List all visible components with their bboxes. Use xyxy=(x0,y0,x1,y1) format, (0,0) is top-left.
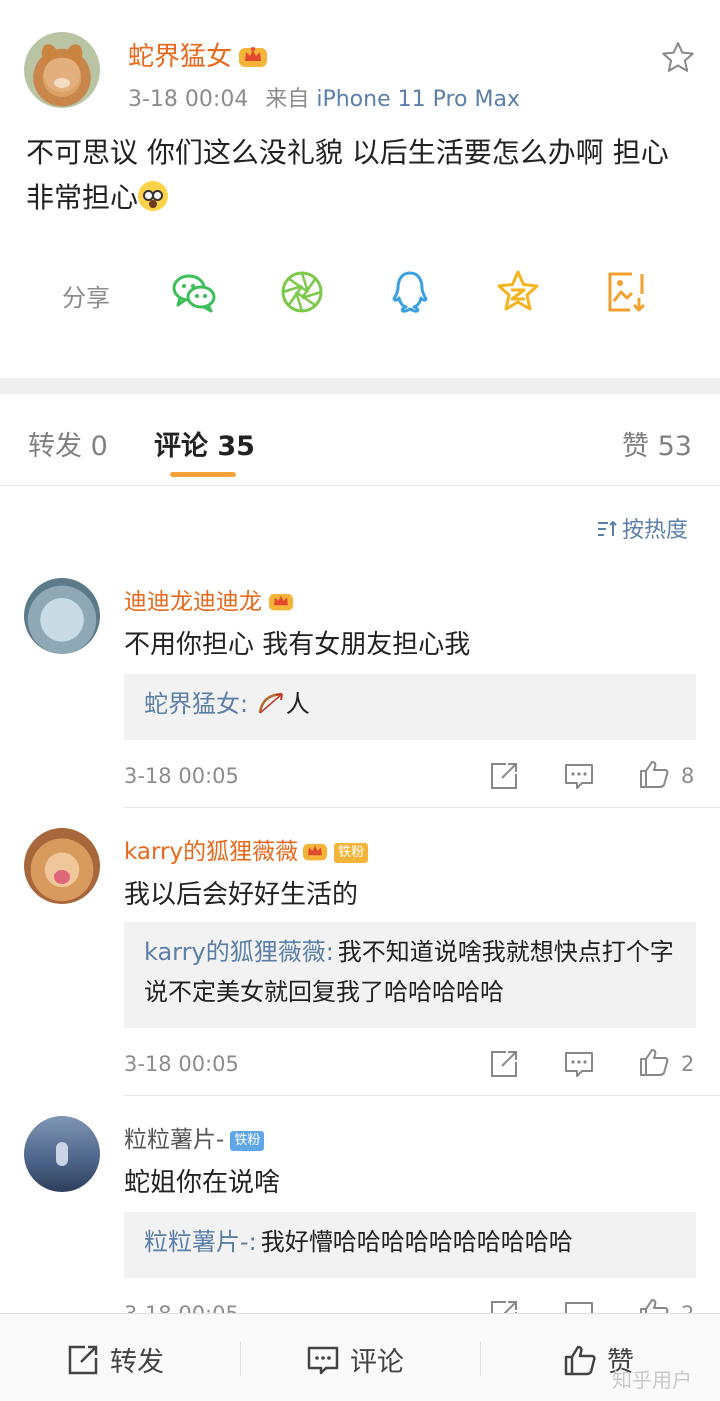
bar-separator xyxy=(240,1342,241,1376)
post-source-prefix: 来自 xyxy=(265,87,310,112)
qzone-icon[interactable] xyxy=(494,268,542,316)
repost-icon[interactable] xyxy=(488,1048,520,1080)
like-icon xyxy=(564,1345,596,1376)
post-source[interactable]: iPhone 11 Pro Max xyxy=(316,87,520,112)
cat-tongue xyxy=(54,870,70,884)
section-divider xyxy=(0,378,720,394)
interaction-tabs: 转发 0 评论 35 赞 53 xyxy=(0,394,720,486)
comment-text: 我以后会好好生活的 xyxy=(124,880,359,910)
like-icon[interactable] xyxy=(638,1046,670,1078)
post-time: 3-18 00:04 xyxy=(128,87,249,112)
figure-silhouette xyxy=(56,1142,68,1166)
post-author-label: 蛇界猛女 xyxy=(128,42,233,72)
save-image-icon[interactable] xyxy=(602,268,650,316)
vip-crown-icon xyxy=(303,843,328,861)
reply-text: 人 xyxy=(285,690,310,718)
reply-author[interactable]: 粒粒薯片-: xyxy=(144,1228,257,1256)
comment-icon[interactable] xyxy=(563,1048,595,1080)
comment-divider xyxy=(124,807,720,808)
commenter-name[interactable]: 迪迪龙迪迪龙 xyxy=(124,582,294,616)
moments-icon[interactable] xyxy=(278,268,326,316)
reply-box[interactable]: 粒粒薯片-: 我好懵哈哈哈哈哈哈哈哈哈哈 xyxy=(124,1212,696,1278)
fan-badge: 铁粉 xyxy=(230,1131,265,1151)
commenter-name[interactable]: 粒粒薯片- 铁粉 xyxy=(124,1120,265,1154)
commenter-avatar[interactable] xyxy=(24,828,100,904)
share-row: 分享 xyxy=(0,262,720,322)
reply-text: 我好懵哈哈哈哈哈哈哈哈哈哈 xyxy=(260,1228,573,1256)
reply-box[interactable]: karry的狐狸薇薇: 我不知道说啥我就想快点打个字说不定美女就回复我了哈哈哈哈哈 xyxy=(124,922,696,1028)
vip-crown-icon xyxy=(239,47,268,67)
comment-text: 蛇姐你在说啥 xyxy=(124,1168,281,1198)
commenter-name[interactable]: karry的狐狸薇薇 铁粉 xyxy=(124,832,369,866)
tab-repost[interactable]: 转发 0 xyxy=(28,424,108,463)
reply-author[interactable]: karry的狐狸薇薇: xyxy=(144,938,334,966)
repost-button-label: 转发 xyxy=(110,1347,164,1378)
reply-author[interactable]: 蛇界猛女: xyxy=(144,690,248,718)
vip-crown-icon xyxy=(268,593,294,611)
weibo-post: 蛇界猛女 3-18 00:04 来自 iPhone 11 Pro Max 不可思… xyxy=(0,0,720,378)
repost-button[interactable]: 转发 xyxy=(66,1340,164,1379)
like-count: 8 xyxy=(681,764,695,788)
comment-button-label: 评论 xyxy=(350,1347,404,1378)
bow-arrow-emoji xyxy=(258,692,283,714)
author-avatar[interactable] xyxy=(24,32,100,108)
comment-button[interactable]: 评论 xyxy=(306,1340,404,1379)
dog-mouth xyxy=(54,78,70,88)
reply-box[interactable]: 蛇界猛女: 人 xyxy=(124,674,696,740)
like-icon[interactable] xyxy=(638,758,670,790)
bar-separator xyxy=(480,1342,481,1376)
comment-icon xyxy=(307,1346,339,1375)
commenter-name-label: karry的狐狸薇薇 xyxy=(124,839,299,865)
fan-badge: 铁粉 xyxy=(334,843,369,863)
sort-icon xyxy=(598,520,617,536)
comment-time: 3-18 00:05 xyxy=(124,1052,239,1076)
qq-icon[interactable] xyxy=(386,268,434,316)
commenter-avatar[interactable] xyxy=(24,1116,100,1192)
post-author-name[interactable]: 蛇界猛女 xyxy=(128,36,268,73)
share-label: 分享 xyxy=(62,284,110,312)
commenter-name-label: 迪迪龙迪迪龙 xyxy=(124,589,262,615)
post-meta: 3-18 00:04 来自 iPhone 11 Pro Max xyxy=(128,81,520,113)
tab-comments[interactable]: 评论 35 xyxy=(154,424,255,463)
post-content: 不可思议 你们这么没礼貌 以后生活要怎么办啊 担心 非常担心 xyxy=(26,130,696,220)
flushed-face-emoji xyxy=(138,181,169,211)
sort-by-heat-button[interactable]: 按热度 xyxy=(596,512,688,544)
like-count: 2 xyxy=(681,1052,695,1076)
post-content-text: 不可思议 你们这么没礼貌 以后生活要怎么办啊 担心 非常担心 xyxy=(26,136,669,214)
comment-divider xyxy=(124,1095,720,1096)
watermark: 知乎用户 xyxy=(612,1368,692,1392)
repost-icon xyxy=(68,1345,98,1375)
comment-text: 不用你担心 我有女朋友担心我 xyxy=(124,630,471,660)
comment-icon[interactable] xyxy=(563,760,595,792)
commenter-avatar[interactable] xyxy=(24,578,100,654)
repost-icon[interactable] xyxy=(488,760,520,792)
active-tab-indicator xyxy=(170,472,236,477)
comment-time: 3-18 00:05 xyxy=(124,764,239,788)
tab-likes[interactable]: 赞 53 xyxy=(622,424,692,463)
commenter-name-label: 粒粒薯片- xyxy=(124,1127,225,1153)
wechat-icon[interactable] xyxy=(170,268,218,316)
sort-label: 按热度 xyxy=(622,518,689,543)
favorite-star-icon[interactable] xyxy=(660,40,696,76)
